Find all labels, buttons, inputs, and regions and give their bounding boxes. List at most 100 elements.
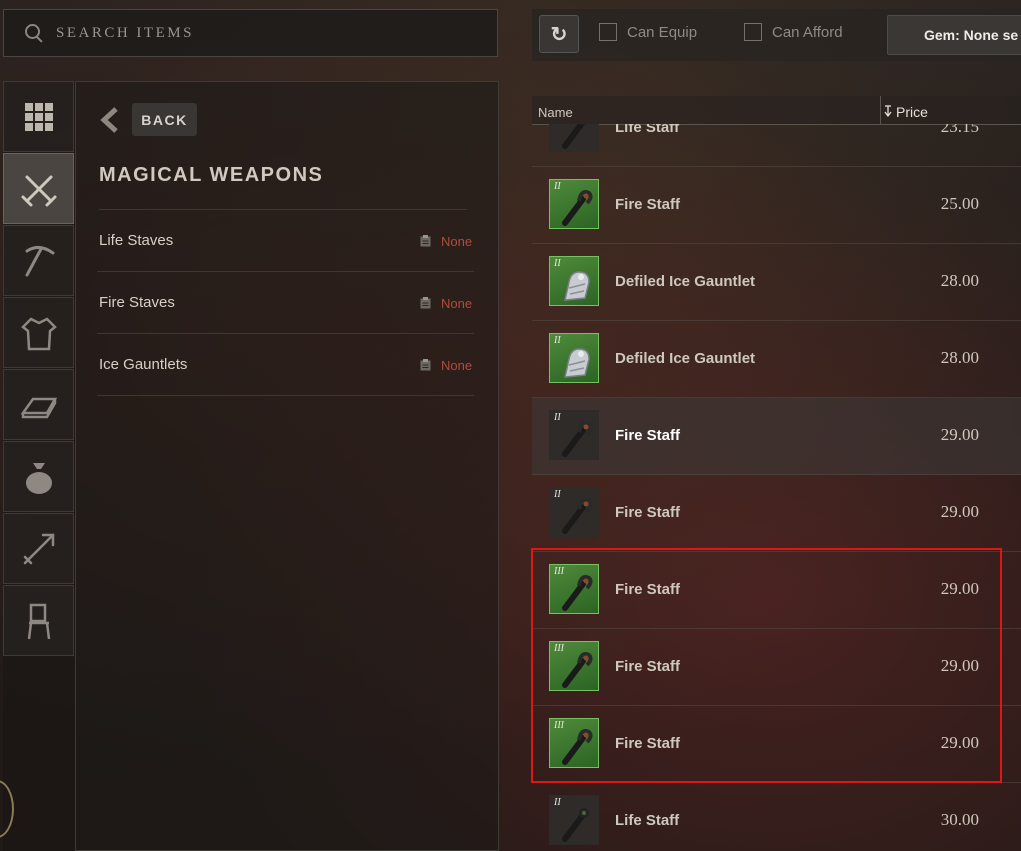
item-price: 30.00 [940,810,979,829]
category-item[interactable]: Fire Staves None [97,272,474,334]
item-name: Fire Staff [615,581,681,598]
search-icon [24,23,44,43]
table-row[interactable]: II Fire Staff 29.00 [532,475,1021,552]
can-afford-checkbox[interactable] [744,23,762,41]
can-afford-filter[interactable]: Can Afford [744,23,843,41]
rail-item-ingot[interactable] [3,369,74,440]
fire-staff-icon [562,652,593,688]
life-staff-icon [562,808,589,842]
column-price-header[interactable]: Price [896,104,928,120]
item-thumbnail: II [549,795,599,845]
item-list: II Life Staff 23.15 II Fire Staff 25.00 … [532,124,1021,851]
item-price: 29.00 [940,579,979,598]
item-thumbnail: III [549,641,599,691]
pickaxe-icon [25,245,54,276]
item-thumbnail: II [549,487,599,537]
rail-item-pouch[interactable] [3,441,74,512]
search-input[interactable] [54,23,458,43]
life-staff-icon [562,124,587,149]
table-row[interactable]: II Fire Staff 29.00 [532,398,1021,475]
filter-bar: ↻ Can Equip Can Afford Gem: None se [532,9,1021,61]
page-title: MAGICAL WEAPONS [99,164,324,186]
item-thumbnail: II [549,179,599,229]
clipboard-icon [420,235,431,247]
item-name: Fire Staff [615,504,681,521]
table-row[interactable]: II Defiled Ice Gauntlet 28.00 [532,244,1021,321]
shirt-icon [20,316,57,350]
category-item-label: Fire Staves [99,294,175,311]
item-name: Fire Staff [615,735,681,752]
item-thumbnail: II [549,124,599,152]
sort-descending-icon [884,105,892,117]
rail-item-chair[interactable] [3,585,74,656]
item-name: Defiled Ice Gauntlet [615,350,756,367]
search-bar[interactable] [3,9,498,57]
item-price: 23.15 [940,124,979,136]
category-item-value: None [441,296,473,311]
item-name: Fire Staff [615,658,681,675]
fire-staff-icon [562,498,593,534]
pouch-icon [25,462,52,494]
rail-item-pickaxe[interactable] [3,225,74,296]
item-thumbnail: II [549,333,599,383]
rail-item-crossed-swords[interactable] [3,153,74,224]
table-row[interactable]: III Fire Staff 29.00 [532,706,1021,783]
can-afford-label: Can Afford [772,23,843,41]
clipboard-icon [420,297,431,309]
rail-item-shirt[interactable] [3,297,74,368]
refresh-button[interactable]: ↻ [539,15,579,53]
category-item-label: Ice Gauntlets [99,356,188,373]
can-equip-filter[interactable]: Can Equip [599,23,697,41]
ingot-icon [20,397,57,418]
category-item-label: Life Staves [99,232,174,249]
table-row[interactable]: II Defiled Ice Gauntlet 28.00 [532,321,1021,398]
table-row[interactable]: III Fire Staff 29.00 [532,552,1021,629]
item-thumbnail: III [549,718,599,768]
back-arrow-icon[interactable] [99,106,121,134]
grid-icon [24,102,53,131]
refresh-icon: ↻ [550,23,568,46]
ice-gauntlet-icon [564,271,590,301]
rail-item-grid[interactable] [3,81,74,152]
table-row[interactable]: II Fire Staff 25.00 [532,167,1021,244]
clipboard-icon [420,359,431,371]
column-name-header[interactable]: Name [538,105,573,120]
gem-filter-dropdown[interactable]: Gem: None se [887,15,1021,55]
category-item[interactable]: Life Staves None [97,210,474,272]
table-row[interactable]: II Life Staff 30.00 [532,783,1021,851]
item-price: 29.00 [940,733,979,752]
item-price: 28.00 [940,348,979,367]
can-equip-label: Can Equip [627,23,698,41]
table-row[interactable]: III Fire Staff 29.00 [532,629,1021,706]
item-price: 25.00 [940,194,979,213]
fire-staff-icon [562,190,593,226]
item-thumbnail: II [549,410,599,460]
item-price: 29.00 [940,425,979,444]
back-button-label: BACK [141,111,188,128]
item-name: Life Staff [615,124,680,136]
category-item-value: None [441,234,473,249]
table-row[interactable]: II Life Staff 23.15 [532,124,1021,167]
gem-filter-label: Gem: None se [924,27,1019,43]
category-item-value: None [441,358,473,373]
crossed-swords-icon [21,175,56,206]
ice-gauntlet-icon [564,348,590,378]
category-rail [3,81,76,851]
item-name: Fire Staff [615,196,681,213]
rail-item-arrow[interactable] [3,513,74,584]
column-divider [880,96,881,124]
item-price: 29.00 [940,656,979,675]
category-item[interactable]: Ice Gauntlets None [97,334,474,396]
back-button[interactable]: BACK [132,103,197,136]
category-panel [75,81,499,851]
arrow-icon [23,533,54,564]
item-price: 28.00 [940,271,979,290]
chair-icon [27,603,50,639]
table-header: Name Price [532,96,1021,125]
item-thumbnail: III [549,564,599,614]
item-name: Life Staff [615,812,680,829]
item-name: Defiled Ice Gauntlet [615,273,756,290]
item-price: 29.00 [940,502,979,521]
item-name: Fire Staff [615,427,681,444]
can-equip-checkbox[interactable] [599,23,617,41]
